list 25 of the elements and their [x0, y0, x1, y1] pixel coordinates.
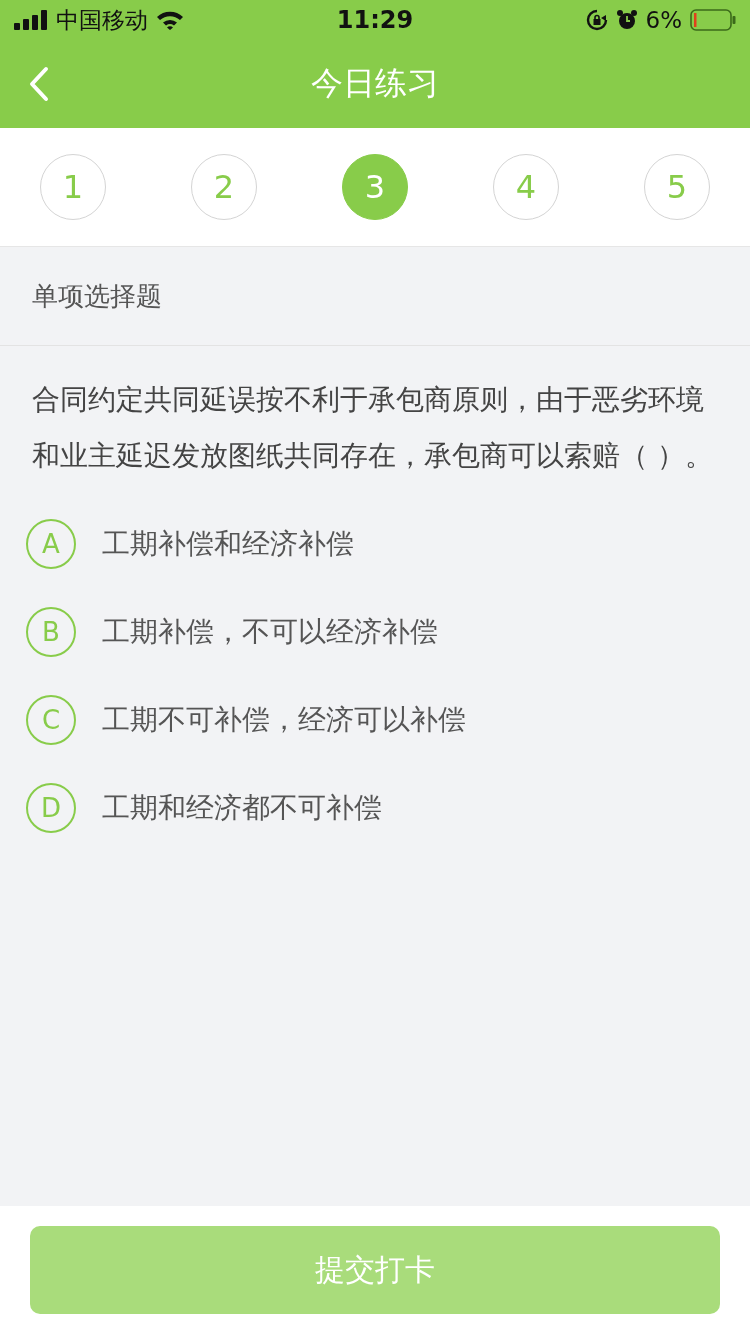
- question-number-tab[interactable]: 3: [342, 154, 408, 220]
- option-text[interactable]: 工期补偿和经济补偿: [102, 525, 354, 563]
- question-type: 单项选择题: [32, 279, 162, 313]
- option-text[interactable]: 工期补偿，不可以经济补偿: [102, 613, 438, 651]
- carrier-name: 中国移动: [56, 5, 148, 35]
- wifi-icon: [156, 10, 184, 30]
- option-letter[interactable]: A: [26, 519, 76, 569]
- question-text: 合同约定共同延误按不利于承包商原则，由于恶劣环境和业主延迟发放图纸共同存在，承包商可以索赔（ ）。: [32, 382, 714, 474]
- alarm-icon: [615, 9, 638, 31]
- question-number-tab[interactable]: 2: [191, 154, 257, 220]
- signal-icon: [14, 10, 48, 30]
- status-time: 11:29: [336, 6, 414, 34]
- question-number-tab[interactable]: 4: [493, 154, 559, 220]
- battery-percent: 6%: [645, 7, 682, 33]
- option-letter[interactable]: D: [26, 783, 76, 833]
- back-chevron-icon: [28, 66, 50, 102]
- option-text[interactable]: 工期不可补偿，经济可以补偿: [102, 701, 466, 739]
- rotation-lock-icon: [585, 9, 608, 31]
- question-number-tab[interactable]: 1: [40, 154, 106, 220]
- option-letter[interactable]: C: [26, 695, 76, 745]
- option-text[interactable]: 工期和经济都不可补偿: [102, 789, 382, 827]
- option-letter[interactable]: B: [26, 607, 76, 657]
- battery-icon: [690, 9, 736, 31]
- page-title: 今日练习: [311, 63, 439, 104]
- question-number-tab[interactable]: 5: [644, 154, 710, 220]
